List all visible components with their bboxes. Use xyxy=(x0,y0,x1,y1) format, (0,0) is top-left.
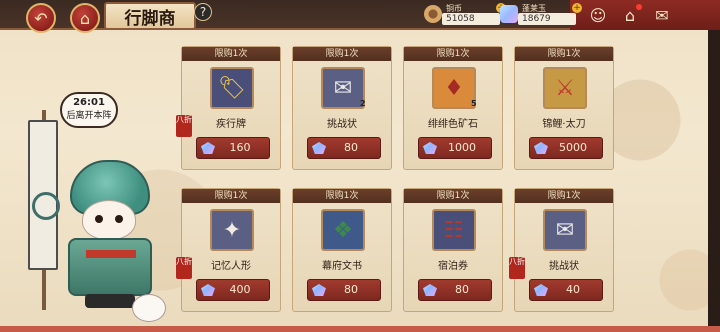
shop-item-card[interactable]: 限购1次 ⚔ 锦鲤·太刀 5000 xyxy=(514,46,614,170)
currency-copper: 铜币 51058 + xyxy=(424,3,506,25)
back-button[interactable]: ↶ xyxy=(26,3,56,33)
character-robe xyxy=(68,238,152,296)
mail-button[interactable]: ✉ xyxy=(650,4,674,26)
screen-edge xyxy=(708,30,720,332)
timer-note: 后离开本阵 xyxy=(66,111,112,121)
discount-badge: 八折 xyxy=(509,257,525,279)
discount-badge: 八折 xyxy=(176,257,192,279)
buy-button[interactable]: 160 xyxy=(196,137,270,159)
home-shop-button[interactable]: ⌂ xyxy=(70,3,100,33)
game-screen: ↶ ⌂ 行脚商 ? 铜币 51058 + 蓬莱玉 18679 + ☺ ⌂ ✉ xyxy=(0,0,720,332)
jade-gem-icon xyxy=(201,284,215,296)
item-name: 幕府文书 xyxy=(322,261,362,272)
purchase-limit-tag: 限购1次 xyxy=(404,47,502,61)
envelope-icon: ✉ xyxy=(321,67,365,109)
item-name: 宿泊券 xyxy=(438,261,468,272)
buy-button[interactable]: 400 xyxy=(196,279,270,301)
character-face xyxy=(82,200,136,240)
paper-doll-icon: ✦ xyxy=(210,209,254,251)
jade-gem-icon xyxy=(201,142,215,154)
mail-icon: ✉ xyxy=(655,5,669,25)
character-button[interactable]: ☺ xyxy=(586,4,610,26)
character-icon: ☺ xyxy=(589,5,607,25)
currency-value: 51058 xyxy=(442,13,500,25)
jade-gem-icon xyxy=(534,284,548,296)
copper-coin-icon xyxy=(424,5,442,23)
item-name: 挑战状 xyxy=(549,261,579,272)
bottom-strip xyxy=(0,326,720,332)
item-name: 疾行牌 xyxy=(216,119,246,130)
envelope-icon: ✉ xyxy=(543,209,587,251)
scroll-book-icon: ❖ xyxy=(321,209,365,251)
buy-button[interactable]: 80 xyxy=(307,279,381,301)
item-quantity: 2 xyxy=(360,99,366,108)
home-button[interactable]: ⌂ xyxy=(618,4,642,26)
eye xyxy=(115,215,123,223)
shop-house-icon: ⌂ xyxy=(79,8,91,28)
koi-sword-icon: ⚔ xyxy=(543,67,587,109)
jade-gem-icon xyxy=(500,5,518,23)
back-arrow-icon: ↶ xyxy=(34,8,48,28)
eye xyxy=(95,215,103,223)
timer-text: 26:01 xyxy=(73,97,105,108)
item-price: 400 xyxy=(229,283,251,296)
page-title: 行脚商 xyxy=(104,2,196,30)
purchase-limit-tag: 限购1次 xyxy=(293,189,391,203)
item-price: 5000 xyxy=(559,141,587,154)
notification-dot xyxy=(636,4,642,10)
tag-icon: 🏷 xyxy=(210,67,254,109)
ticket-icon: ☷ xyxy=(432,209,476,251)
item-price: 1000 xyxy=(448,141,476,154)
character-feet xyxy=(85,294,135,308)
item-price: 80 xyxy=(344,283,358,296)
purchase-limit-tag: 限购1次 xyxy=(182,189,280,203)
ore-icon: ♦ xyxy=(432,67,476,109)
item-name: 锦鲤·太刀 xyxy=(542,119,586,130)
buy-button[interactable]: 1000 xyxy=(418,137,492,159)
jade-gem-icon xyxy=(312,284,326,296)
jade-gem-icon xyxy=(312,142,326,154)
buy-button[interactable]: 80 xyxy=(307,137,381,159)
buy-button[interactable]: 40 xyxy=(529,279,603,301)
shop-item-card[interactable]: 限购1次 ✉ 挑战状 八折 40 xyxy=(509,188,614,312)
purchase-limit-tag: 限购1次 xyxy=(515,189,613,203)
shop-item-card[interactable]: 限购1次 ♦ 5 绯绯色矿石 1000 xyxy=(403,46,503,170)
cat-companion xyxy=(132,294,166,322)
purchase-limit-tag: 限购1次 xyxy=(404,189,502,203)
merchant-character xyxy=(50,160,170,322)
item-quantity: 5 xyxy=(471,99,477,108)
character-sash xyxy=(86,250,136,258)
currency-value: 18679 xyxy=(518,13,576,25)
discount-badge: 八折 xyxy=(176,115,192,137)
item-price: 80 xyxy=(455,283,469,296)
item-name: 挑战状 xyxy=(327,119,357,130)
jade-gem-icon xyxy=(423,142,437,154)
item-name: 绯绯色矿石 xyxy=(428,119,478,130)
home-icon: ⌂ xyxy=(624,5,636,25)
purchase-limit-tag: 限购1次 xyxy=(515,47,613,61)
help-button[interactable]: ? xyxy=(194,3,212,21)
buy-button[interactable]: 5000 xyxy=(529,137,603,159)
item-price: 160 xyxy=(229,141,251,154)
shop-item-card[interactable]: 限购1次 ☷ 宿泊券 80 xyxy=(403,188,503,312)
purchase-limit-tag: 限购1次 xyxy=(293,47,391,61)
timer-bubble: 26:01 后离开本阵 xyxy=(60,92,118,128)
jade-gem-icon xyxy=(423,284,437,296)
buy-button[interactable]: 80 xyxy=(418,279,492,301)
shop-item-card[interactable]: 限购1次 ❖ 幕府文书 80 xyxy=(292,188,392,312)
shop-item-card[interactable]: 限购1次 ✦ 记忆人形 八折 400 xyxy=(176,188,281,312)
item-price: 40 xyxy=(566,283,580,296)
currency-jade: 蓬莱玉 18679 + xyxy=(500,3,582,25)
shop-item-card[interactable]: 限购1次 🏷 疾行牌 八折 160 xyxy=(176,46,281,170)
item-name: 记忆人形 xyxy=(211,261,251,272)
jade-gem-icon xyxy=(534,142,548,154)
purchase-limit-tag: 限购1次 xyxy=(182,47,280,61)
item-price: 80 xyxy=(344,141,358,154)
add-jade-button[interactable]: + xyxy=(572,3,582,13)
shop-item-card[interactable]: 限购1次 ✉ 2 挑战状 80 xyxy=(292,46,392,170)
